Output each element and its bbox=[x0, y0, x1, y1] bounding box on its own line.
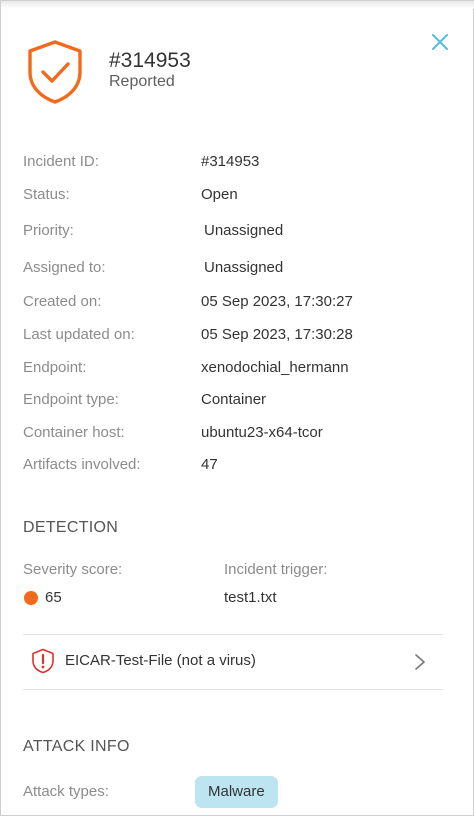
severity-score: 65 bbox=[45, 589, 62, 606]
attack-types-label: Attack types: bbox=[23, 783, 109, 800]
detail-value: xenodochial_hermann bbox=[201, 359, 349, 376]
chevron-right-icon[interactable] bbox=[413, 652, 427, 672]
shield-check-icon bbox=[28, 40, 82, 104]
priority-select[interactable]: Unassigned bbox=[204, 222, 283, 239]
detail-value: Container bbox=[201, 391, 267, 408]
detail-label: Container host: bbox=[23, 424, 125, 441]
top-shadow bbox=[1, 1, 474, 9]
trigger-label: Incident trigger: bbox=[224, 561, 328, 578]
divider bbox=[23, 689, 443, 690]
detail-value: 05 Sep 2023, 17:30:28 bbox=[201, 326, 353, 343]
detail-value: 05 Sep 2023, 17:30:27 bbox=[201, 293, 353, 310]
incident-trigger: test1.txt bbox=[224, 589, 277, 606]
detail-label: Endpoint: bbox=[23, 359, 87, 376]
detail-label: Last updated on: bbox=[23, 326, 135, 343]
shield-alert-icon bbox=[32, 648, 54, 674]
attack-info-heading: ATTACK INFO bbox=[23, 738, 130, 755]
detection-heading: DETECTION bbox=[23, 519, 119, 536]
detail-label: Endpoint type: bbox=[23, 391, 119, 408]
detail-label: Assigned to: bbox=[23, 259, 106, 276]
detail-label: Artifacts involved: bbox=[23, 456, 141, 473]
incident-title: #314953 bbox=[109, 49, 191, 72]
detail-value: ubuntu23-x64-tcor bbox=[201, 424, 323, 441]
attack-type-badge: Malware bbox=[195, 776, 278, 808]
detail-label: Status: bbox=[23, 186, 70, 203]
detail-value: #314953 bbox=[201, 153, 260, 170]
severity-dot-icon bbox=[24, 591, 38, 605]
threat-name: EICAR-Test-File (not a virus) bbox=[65, 652, 256, 669]
incident-status-subtitle: Reported bbox=[109, 73, 175, 90]
assignee-select[interactable]: Unassigned bbox=[204, 259, 283, 276]
incident-details-panel: #314953 Reported Incident ID: #314953 St… bbox=[0, 0, 474, 816]
detail-label: Priority: bbox=[23, 222, 74, 239]
detail-value: 47 bbox=[201, 456, 218, 473]
detail-label: Incident ID: bbox=[23, 153, 99, 170]
severity-label: Severity score: bbox=[23, 561, 123, 578]
detail-value: Open bbox=[201, 186, 238, 203]
threat-row[interactable]: EICAR-Test-File (not a virus) bbox=[23, 635, 443, 689]
close-icon[interactable] bbox=[429, 31, 451, 53]
detail-label: Created on: bbox=[23, 293, 102, 310]
